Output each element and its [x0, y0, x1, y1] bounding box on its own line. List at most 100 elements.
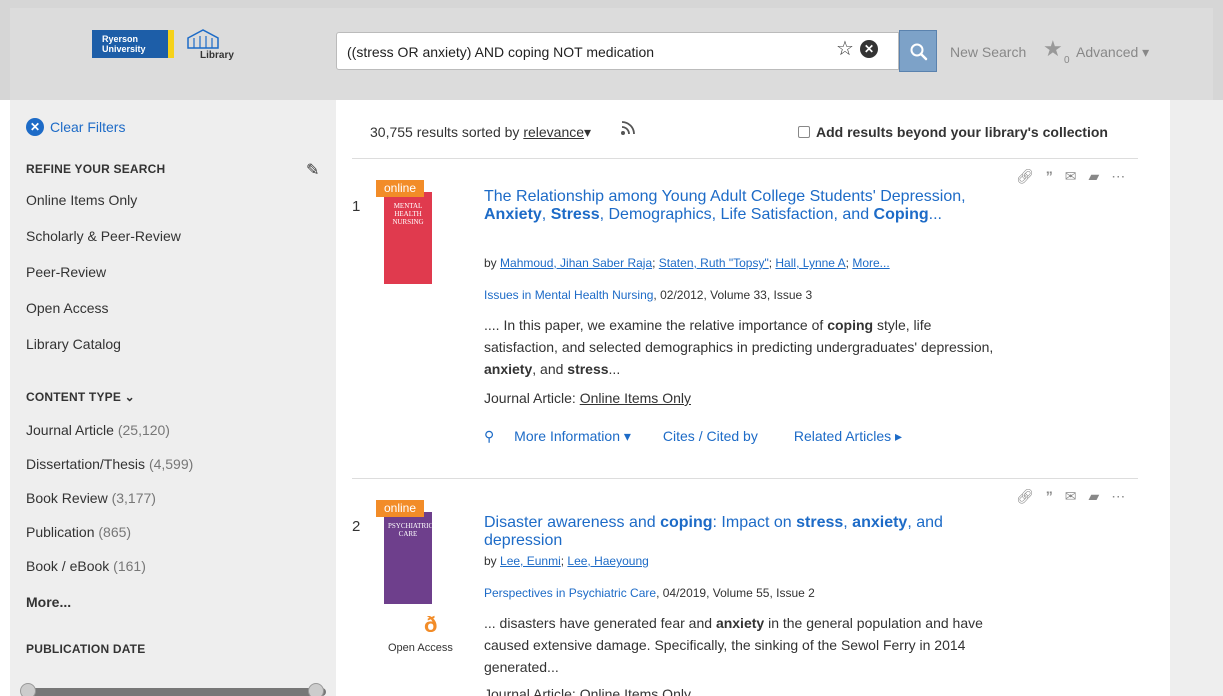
snippet-text: .... In this paper, we examine the relat…	[484, 317, 828, 333]
date-slider-end-handle[interactable]	[308, 683, 324, 696]
title-text: ,	[541, 206, 551, 223]
date-slider-start-handle[interactable]	[20, 683, 36, 696]
content-type-item[interactable]: Publication (865)	[26, 524, 131, 540]
results-count-text: 30,755 results sorted by	[370, 124, 520, 140]
edit-filters-pencil-icon[interactable]: ✎	[306, 160, 319, 180]
sort-caret-icon[interactable]: ▾	[584, 124, 591, 140]
cites-cited-by-link[interactable]: Cites / Cited by	[663, 428, 758, 445]
type-link[interactable]: Online Items Only	[580, 390, 691, 406]
clear-search-icon[interactable]: ✕	[860, 40, 878, 58]
result-number: 2	[352, 518, 361, 535]
content-type-item[interactable]: Book / eBook (161)	[26, 558, 146, 574]
email-icon[interactable]: ✉	[1065, 488, 1077, 505]
refine-item-scholarly[interactable]: Scholarly & Peer-Review	[26, 228, 181, 244]
result-cover[interactable]: online PSYCHIATRIC CARE	[376, 500, 434, 604]
content-type-more-link[interactable]: More...	[26, 594, 71, 610]
refine-item-online[interactable]: Online Items Only	[26, 192, 137, 208]
sort-dropdown[interactable]: relevance	[523, 124, 584, 140]
author-link[interactable]: Mahmoud, Jihan Saber Raja	[500, 256, 652, 270]
result-title-link[interactable]: Disaster awareness and coping: Impact on…	[484, 514, 1004, 550]
title-highlight: anxiety	[852, 514, 908, 531]
header-bar: RyersonUniversity Library ☆ ✕ New Search…	[0, 0, 1223, 100]
cite-quote-icon[interactable]: ”	[1046, 488, 1053, 505]
new-search-link[interactable]: New Search	[950, 44, 1026, 60]
content-type-item[interactable]: Book Review (3,177)	[26, 490, 156, 506]
result-number: 1	[352, 198, 361, 215]
title-text: Disaster awareness and	[484, 514, 661, 531]
book-cover-text: PSYCHIATRIC CARE	[388, 522, 434, 538]
title-highlight: Anxiety	[484, 206, 542, 223]
more-options-icon[interactable]: ⋯	[1111, 168, 1125, 185]
content-type-count: (4,599)	[148, 456, 194, 472]
open-access-label: Open Access	[388, 642, 453, 654]
save-search-star-icon[interactable]: ☆	[836, 38, 854, 60]
content-type-item[interactable]: Journal Article (25,120)	[26, 422, 170, 438]
result-title-link[interactable]: The Relationship among Young Adult Colle…	[484, 188, 1004, 224]
result-links: ⚲ More Information ▾ Cites / Cited by Re…	[484, 428, 918, 445]
online-badge: online	[376, 180, 425, 197]
results-divider	[352, 478, 1138, 479]
clear-filters-button[interactable]: ✕ Clear Filters	[26, 118, 125, 136]
source-details: , 04/2019, Volume 55, Issue 2	[656, 586, 815, 600]
snippet-highlight: anxiety	[715, 615, 765, 631]
content-type-heading[interactable]: CONTENT TYPE ⌄	[26, 390, 135, 404]
result-snippet: .... In this paper, we examine the relat…	[484, 314, 994, 380]
content-type-label: Dissertation/Thesis	[26, 456, 146, 472]
results-summary: 30,755 results sorted by relevance▾	[370, 124, 591, 141]
author-link[interactable]: Staten, Ruth "Topsy"	[659, 256, 769, 270]
result-cover[interactable]: online MENTAL HEALTH NURSING	[376, 180, 432, 284]
book-cover-image: MENTAL HEALTH NURSING	[384, 192, 432, 284]
snippet-text: ... disasters have generated fear and	[484, 615, 716, 631]
rss-feed-icon[interactable]	[620, 120, 636, 136]
refine-item-library-catalog[interactable]: Library Catalog	[26, 336, 121, 352]
advanced-search-dropdown[interactable]: Advanced ▾	[1076, 44, 1149, 61]
search-box[interactable]	[336, 32, 899, 70]
more-information-dropdown[interactable]: ⚲ More Information ▾	[484, 428, 647, 445]
source-details: , 02/2012, Volume 33, Issue 3	[653, 288, 813, 302]
content-type-count: (161)	[113, 558, 146, 574]
snippet-highlight: coping	[827, 317, 874, 333]
beyond-collection-checkbox[interactable]	[798, 126, 810, 138]
journal-link[interactable]: Issues in Mental Health Nursing	[484, 288, 653, 302]
saved-items-count: 0	[1064, 55, 1070, 66]
result-type: Journal Article: Online Items Only	[484, 686, 691, 696]
title-highlight: stress	[796, 514, 844, 531]
ryerson-logo[interactable]: Ryerson University	[92, 30, 174, 58]
search-button[interactable]	[899, 30, 937, 72]
title-text: The Relationship among Young Adult Colle…	[484, 188, 966, 205]
result-authors: by Lee, Eunmi; Lee, Haeyoung	[484, 554, 649, 568]
journal-link[interactable]: Perspectives in Psychiatric Care	[484, 586, 656, 600]
clear-filters-label: Clear Filters	[50, 119, 126, 135]
type-text: Journal Article: Online Items Only	[484, 686, 691, 696]
library-logo[interactable]: Library	[186, 28, 236, 64]
more-options-icon[interactable]: ⋯	[1111, 488, 1125, 505]
results-divider	[352, 158, 1138, 159]
permalink-icon[interactable]: 🔗︎	[1016, 168, 1034, 185]
right-gutter	[1170, 100, 1223, 696]
result-source: Perspectives in Psychiatric Care, 04/201…	[484, 586, 815, 600]
book-cover-image: PSYCHIATRIC CARE	[384, 512, 434, 604]
search-input[interactable]	[347, 41, 827, 63]
saved-items-star-icon[interactable]: ★	[1043, 37, 1063, 61]
permalink-icon[interactable]: 🔗︎	[1016, 488, 1034, 505]
beyond-collection-label: Add results beyond your library's collec…	[816, 124, 1108, 140]
open-access-icon: ð	[424, 612, 438, 637]
by-label: by	[484, 554, 497, 568]
content-type-item[interactable]: Dissertation/Thesis (4,599)	[26, 456, 193, 472]
book-cover-text: MENTAL HEALTH NURSING	[392, 202, 424, 226]
save-to-folder-icon[interactable]: ▰	[1089, 488, 1100, 505]
related-articles-link[interactable]: Related Articles ▸	[794, 428, 902, 445]
more-authors-link[interactable]: More...	[852, 256, 889, 270]
date-range-slider-track[interactable]	[26, 688, 326, 696]
title-text: , Demographics, Life Satisfaction, and	[599, 206, 874, 223]
refine-item-peer-review[interactable]: Peer-Review	[26, 264, 106, 280]
author-link[interactable]: Lee, Eunmi	[500, 554, 561, 568]
author-link[interactable]: Lee, Haeyoung	[567, 554, 648, 568]
beyond-collection-option[interactable]: Add results beyond your library's collec…	[798, 124, 1108, 140]
refine-item-open-access[interactable]: Open Access	[26, 300, 109, 316]
content-type-count: (3,177)	[111, 490, 156, 506]
cite-quote-icon[interactable]: ”	[1046, 168, 1053, 185]
author-link[interactable]: Hall, Lynne A	[775, 256, 845, 270]
email-icon[interactable]: ✉	[1065, 168, 1077, 185]
save-to-folder-icon[interactable]: ▰	[1089, 168, 1100, 185]
